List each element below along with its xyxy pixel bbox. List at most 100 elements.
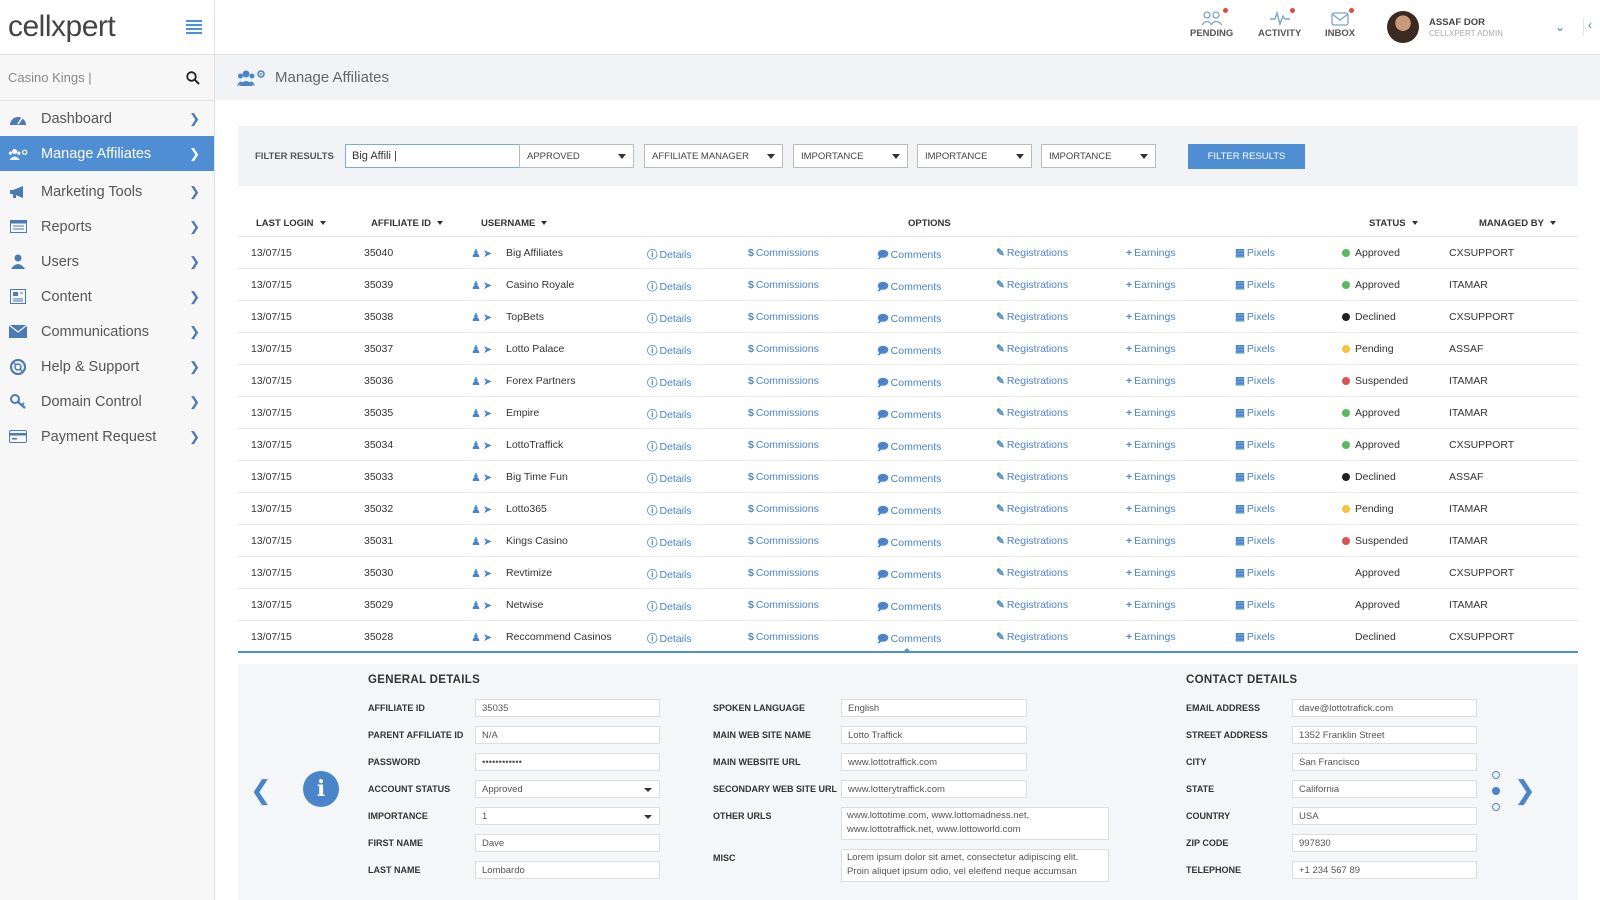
commissions-link[interactable]: $ Commissions [748, 407, 819, 419]
comments-link[interactable]: 🗩 Comments [877, 503, 941, 521]
next-arrow-icon[interactable]: ❯ [1514, 776, 1536, 806]
user-login-icons[interactable]: ♟➤ [471, 471, 494, 484]
commissions-link[interactable]: $ Commissions [748, 567, 819, 579]
commissions-link[interactable]: $ Commissions [748, 279, 819, 291]
sidebar-item-users[interactable]: Users ❯ [0, 244, 214, 279]
pager-dot-1[interactable] [1492, 771, 1500, 779]
table-row[interactable]: 13/07/15 35030 ♟➤ Revtimize ⓘ Details $ Commiss… [238, 557, 1578, 589]
account-status-select[interactable]: Approved [475, 780, 660, 798]
pixels-link[interactable]: ▦ Pixels [1235, 599, 1275, 611]
commissions-link[interactable]: $ Commissions [748, 247, 819, 259]
commissions-link[interactable]: $ Commissions [748, 599, 819, 611]
details-link[interactable]: ⓘ Details [647, 407, 692, 422]
pager-dot-3[interactable] [1492, 803, 1500, 811]
details-link[interactable]: ⓘ Details [647, 375, 692, 390]
details-link[interactable]: ⓘ Details [647, 535, 692, 550]
table-row[interactable]: 13/07/15 35035 ♟➤ Empire ⓘ Details $ Commission… [238, 397, 1578, 429]
status-filter-select[interactable]: APPROVED [519, 144, 634, 168]
user-login-icons[interactable]: ♟➤ [471, 247, 494, 260]
table-row[interactable]: 13/07/15 35038 ♟➤ TopBets ⓘ Details $ Commissio… [238, 301, 1578, 333]
table-row[interactable]: 13/07/15 35028 ♟➤ Reccommend Casinos ⓘ Detail… [238, 621, 1578, 653]
registrations-link[interactable]: ✎ Registrations [996, 279, 1068, 291]
pixels-link[interactable]: ▦ Pixels [1235, 279, 1275, 291]
user-login-icons[interactable]: ♟➤ [471, 599, 494, 612]
pixels-link[interactable]: ▦ Pixels [1235, 407, 1275, 419]
pixels-link[interactable]: ▦ Pixels [1235, 439, 1275, 451]
registrations-link[interactable]: ✎ Registrations [996, 631, 1068, 643]
misc-field[interactable]: Lorem ipsum dolor sit amet, consectetur … [841, 849, 1109, 882]
sort-last-login[interactable]: LAST LOGIN [256, 218, 326, 229]
sidebar-search-input[interactable]: Casino Kings | [8, 70, 92, 85]
user-login-icons[interactable]: ♟➤ [471, 535, 494, 548]
details-link[interactable]: ⓘ Details [647, 439, 692, 454]
earnings-link[interactable]: + Earnings [1126, 407, 1176, 419]
user-login-icons[interactable]: ♟➤ [471, 311, 494, 324]
sort-managed-by[interactable]: MANAGED BY [1479, 218, 1556, 229]
registrations-link[interactable]: ✎ Registrations [996, 375, 1068, 387]
pending-button[interactable]: PENDING [1190, 8, 1233, 39]
last-name-field[interactable]: Lombardo [475, 861, 660, 879]
user-login-icons[interactable]: ♟➤ [471, 567, 494, 580]
sidebar-search[interactable]: Casino Kings | [0, 55, 214, 101]
sidebar-item-help-support[interactable]: Help & Support ❯ [0, 349, 214, 384]
pixels-link[interactable]: ▦ Pixels [1235, 631, 1275, 643]
commissions-link[interactable]: $ Commissions [748, 439, 819, 451]
comments-link[interactable]: 🗩 Comments [877, 567, 941, 585]
earnings-link[interactable]: + Earnings [1126, 343, 1176, 355]
registrations-link[interactable]: ✎ Registrations [996, 567, 1068, 579]
pixels-link[interactable]: ▦ Pixels [1235, 343, 1275, 355]
table-row[interactable]: 13/07/15 35029 ♟➤ Netwise ⓘ Details $ Commissio… [238, 589, 1578, 621]
table-row[interactable]: 13/07/15 35034 ♟➤ LottoTraffick ⓘ Details $ Com… [238, 429, 1578, 461]
comments-link[interactable]: 🗩 Comments [877, 247, 941, 265]
table-row[interactable]: 13/07/15 35031 ♟➤ Kings Casino ⓘ Details $ Comm… [238, 525, 1578, 557]
search-icon[interactable] [186, 70, 200, 85]
chevron-down-icon[interactable]: ⌄ [1555, 20, 1565, 34]
table-row[interactable]: 13/07/15 35039 ♟➤ Casino Royale ⓘ Details $ Com… [238, 269, 1578, 301]
earnings-link[interactable]: + Earnings [1126, 247, 1176, 259]
state-field[interactable]: California [1292, 780, 1477, 798]
details-link[interactable]: ⓘ Details [647, 567, 692, 582]
registrations-link[interactable]: ✎ Registrations [996, 407, 1068, 419]
earnings-link[interactable]: + Earnings [1126, 279, 1176, 291]
table-row[interactable]: 13/07/15 35032 ♟➤ Lotto365 ⓘ Details $ Commissi… [238, 493, 1578, 525]
sidebar-item-reports[interactable]: Reports ❯ [0, 209, 214, 244]
earnings-link[interactable]: + Earnings [1126, 599, 1176, 611]
pixels-link[interactable]: ▦ Pixels [1235, 471, 1275, 483]
sidebar-item-payment-request[interactable]: Payment Request ❯ [0, 419, 214, 454]
pixels-link[interactable]: ▦ Pixels [1235, 247, 1275, 259]
user-login-icons[interactable]: ♟➤ [471, 439, 494, 452]
earnings-link[interactable]: + Earnings [1126, 439, 1176, 451]
details-link[interactable]: ⓘ Details [647, 311, 692, 326]
email-address-field[interactable]: dave@lottotrafick.com [1292, 699, 1477, 717]
user-menu[interactable]: ASSAF DOR CELLXPERT ADMIN [1387, 11, 1503, 43]
sort-status[interactable]: STATUS [1369, 218, 1418, 229]
details-link[interactable]: ⓘ Details [647, 471, 692, 486]
registrations-link[interactable]: ✎ Registrations [996, 343, 1068, 355]
registrations-link[interactable]: ✎ Registrations [996, 471, 1068, 483]
commissions-link[interactable]: $ Commissions [748, 343, 819, 355]
spoken-language-field[interactable]: English [841, 699, 1027, 717]
sidebar-item-content[interactable]: Content ❯ [0, 279, 214, 314]
parent-affiliate-id-field[interactable]: N/A [475, 726, 660, 744]
details-link[interactable]: ⓘ Details [647, 279, 692, 294]
country-field[interactable]: USA [1292, 807, 1477, 825]
importance-select-1[interactable]: IMPORTANCE [793, 144, 908, 168]
commissions-link[interactable]: $ Commissions [748, 471, 819, 483]
comments-link[interactable]: 🗩 Comments [877, 631, 941, 649]
earnings-link[interactable]: + Earnings [1126, 631, 1176, 643]
other-urls-field[interactable]: www.lottotime.com, www.lottomadness.net,… [841, 807, 1109, 840]
details-link[interactable]: ⓘ Details [647, 503, 692, 518]
details-link[interactable]: ⓘ Details [647, 631, 692, 646]
earnings-link[interactable]: + Earnings [1126, 503, 1176, 515]
details-link[interactable]: ⓘ Details [647, 599, 692, 614]
user-login-icons[interactable]: ♟➤ [471, 279, 494, 292]
inbox-button[interactable]: INBOX [1325, 8, 1355, 39]
commissions-link[interactable]: $ Commissions [748, 503, 819, 515]
first-name-field[interactable]: Dave [475, 834, 660, 852]
table-row[interactable]: 13/07/15 35033 ♟➤ Big Time Fun ⓘ Details $ Comm… [238, 461, 1578, 493]
details-link[interactable]: ⓘ Details [647, 343, 692, 358]
registrations-link[interactable]: ✎ Registrations [996, 311, 1068, 323]
registrations-link[interactable]: ✎ Registrations [996, 535, 1068, 547]
prev-arrow-icon[interactable]: ❮ [250, 776, 272, 806]
pixels-link[interactable]: ▦ Pixels [1235, 311, 1275, 323]
